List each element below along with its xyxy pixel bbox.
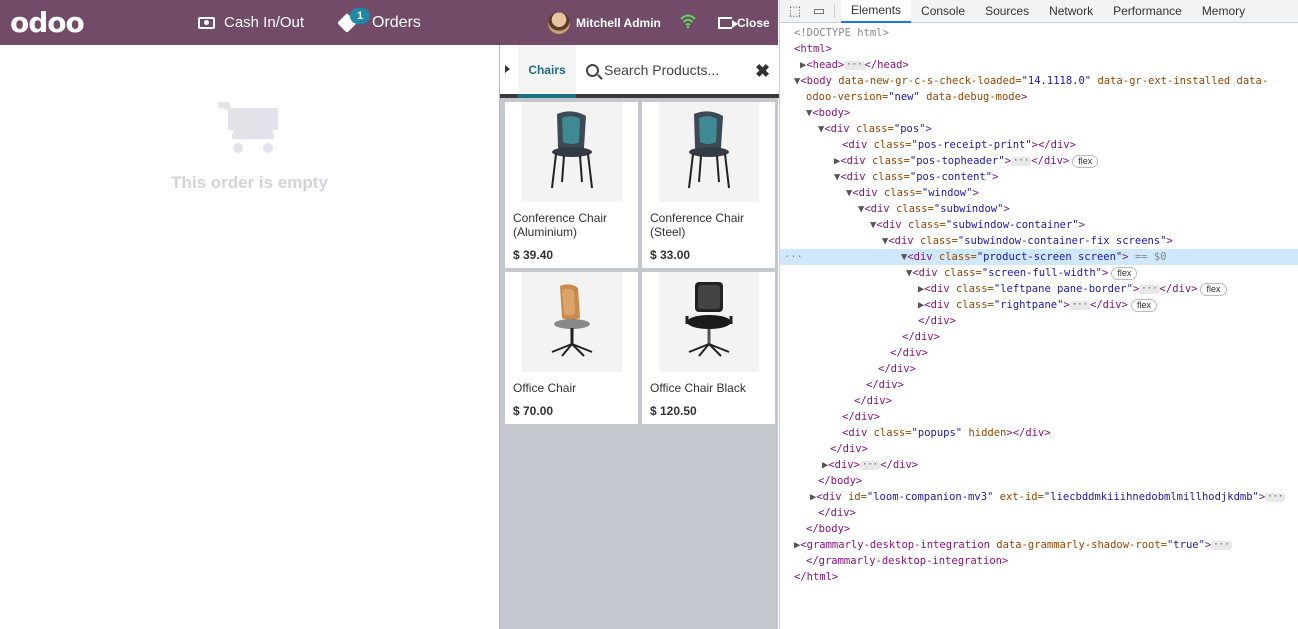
products-control-bar: Chairs ✖ (500, 45, 779, 98)
odoo-logo: odoo (10, 6, 85, 39)
dom-node[interactable]: <html> (780, 41, 1298, 57)
order-pane: This order is empty (0, 45, 499, 629)
product-name: Office Chair (513, 381, 577, 395)
dom-node[interactable]: </div> (780, 361, 1298, 377)
dom-node[interactable]: </body> (780, 473, 1298, 489)
dom-node[interactable]: </div> (780, 441, 1298, 457)
shopping-cart-icon (218, 102, 278, 153)
sign-out-icon (718, 16, 738, 29)
avatar (548, 11, 570, 34)
dom-node[interactable]: ▼<div class="window"> (780, 185, 1298, 201)
dom-node-selected[interactable]: ··· ▼<div class="product-screen screen"> … (780, 249, 1298, 265)
dom-node[interactable]: </div> (780, 313, 1298, 329)
dom-node[interactable]: ▼<div class="screen-full-width"> flex (780, 265, 1298, 281)
breadcrumb-arrow-icon[interactable] (505, 65, 510, 73)
cashier-name: Mitchell Admin (576, 15, 661, 30)
inspect-element-icon[interactable]: ⬚ (786, 2, 804, 20)
product-name: Office Chair Black (650, 381, 746, 395)
tab-memory[interactable]: Memory (1192, 0, 1255, 23)
dom-node[interactable]: odoo-version="new" data-debug-mode> (780, 89, 1298, 105)
dom-node[interactable]: </grammarly-desktop-integration> (780, 553, 1298, 569)
cash-icon (198, 16, 215, 29)
dom-node[interactable]: ▼<div class="subwindow"> (780, 201, 1298, 217)
orders-label: Orders (372, 13, 421, 31)
product-pane: Chairs ✖ (499, 45, 779, 629)
dom-node[interactable]: ▼<div class="subwindow-container"> (780, 217, 1298, 233)
dom-node[interactable]: </div> (780, 377, 1298, 393)
clear-search-icon[interactable]: ✖ (755, 62, 770, 80)
close-session-button[interactable]: Close (718, 0, 770, 45)
dom-node[interactable]: </div> (780, 393, 1298, 409)
dom-tree: <!DOCTYPE html> <html> ▶<head> ··· </head>… (780, 25, 1298, 585)
tab-network[interactable]: Network (1039, 0, 1103, 23)
search-icon (586, 64, 599, 77)
product-price: $ 33.00 (650, 248, 691, 262)
pos-topheader: odoo Cash In/Out 1 Orders Mitchell Admin (0, 0, 778, 45)
dom-node[interactable]: </div> (780, 345, 1298, 361)
chair-icon (685, 282, 733, 357)
product-image (522, 272, 622, 372)
product-card-office-chair[interactable]: Office Chair $ 70.00 (505, 272, 638, 424)
chair-icon (551, 284, 593, 357)
orders-button[interactable]: 1 Orders (337, 0, 421, 45)
cashier-button[interactable]: Mitchell Admin (548, 0, 661, 45)
dom-node[interactable]: ▼<div class="subwindow-container-fix scr… (780, 233, 1298, 249)
dom-node[interactable]: ▶<div> ··· </div> (780, 457, 1298, 473)
dom-node[interactable]: <!DOCTYPE html> (780, 25, 1298, 41)
category-breadcrumb[interactable]: Chairs (518, 45, 576, 98)
dom-node[interactable]: ▶<head> ··· </head> (780, 57, 1298, 73)
wifi-icon (680, 14, 696, 29)
product-image (659, 102, 759, 202)
empty-order-message: This order is empty (171, 173, 328, 192)
cash-in-out-button[interactable]: Cash In/Out (198, 0, 304, 45)
search-products-input[interactable] (604, 59, 744, 81)
product-card-conference-chair-aluminium[interactable]: Conference Chair (Aluminium) $ 39.40 (505, 102, 638, 268)
chair-icon (688, 111, 730, 189)
devtools-panel: ⬚ ▭ Elements Console Sources Network Per… (779, 0, 1298, 629)
dom-node[interactable]: </html> (780, 569, 1298, 585)
product-card-office-chair-black[interactable]: Office Chair Black $ 120.50 (642, 272, 775, 424)
dom-node[interactable]: ▼<body data-new-gr-c-s-check-loaded="14.… (780, 73, 1298, 89)
dom-node[interactable]: ▶<div id="loom-companion-mv3" ext-id="li… (780, 489, 1298, 505)
tab-performance[interactable]: Performance (1103, 0, 1192, 23)
product-price: $ 70.00 (513, 404, 554, 418)
dom-node[interactable]: ▼<div class="pos-content"> (780, 169, 1298, 185)
dom-node[interactable]: ▼<div class="pos"> (780, 121, 1298, 137)
cash-in-out-label: Cash In/Out (224, 14, 305, 31)
dom-node[interactable]: ▼<body> (780, 105, 1298, 121)
product-price: $ 120.50 (650, 404, 697, 418)
close-label: Close (737, 15, 770, 30)
dom-node[interactable]: </body> (780, 521, 1298, 537)
dom-node[interactable]: </div> (780, 329, 1298, 345)
dom-node[interactable]: </div> (780, 409, 1298, 425)
dom-node[interactable]: ▶<div class="pos-topheader"> ··· </div> fle… (780, 153, 1298, 169)
product-price: $ 39.40 (513, 248, 554, 262)
dom-node[interactable]: ▶<div class="leftpane pane-border"> ··· </… (780, 281, 1298, 297)
product-image (522, 102, 622, 202)
dom-node[interactable]: ▶<div class="rightpane"> ··· </div> flex (780, 297, 1298, 313)
tab-console[interactable]: Console (911, 0, 975, 23)
dom-node[interactable]: <div class="pos-receipt-print"></div> (780, 137, 1298, 153)
pos-app: odoo Cash In/Out 1 Orders Mitchell Admin (0, 0, 779, 629)
tab-sources[interactable]: Sources (975, 0, 1039, 23)
divider (834, 4, 835, 18)
tab-elements[interactable]: Elements (841, 0, 912, 23)
product-name: Conference Chair (Steel) (650, 211, 745, 239)
product-name: Conference Chair (Aluminium) (513, 211, 608, 239)
devtools-tab-bar: ⬚ ▭ Elements Console Sources Network Per… (780, 0, 1298, 23)
product-card-conference-chair-steel[interactable]: Conference Chair (Steel) $ 33.00 (642, 102, 775, 268)
chair-icon (551, 111, 593, 189)
device-toolbar-icon[interactable]: ▭ (810, 2, 828, 20)
dom-node[interactable]: </div> (780, 505, 1298, 521)
dom-node[interactable]: <div class="popups" hidden></div> (780, 425, 1298, 441)
orders-count-badge: 1 (350, 8, 370, 24)
dom-node[interactable]: ▶<grammarly-desktop-integration data-gra… (780, 537, 1298, 553)
product-image (659, 272, 759, 372)
